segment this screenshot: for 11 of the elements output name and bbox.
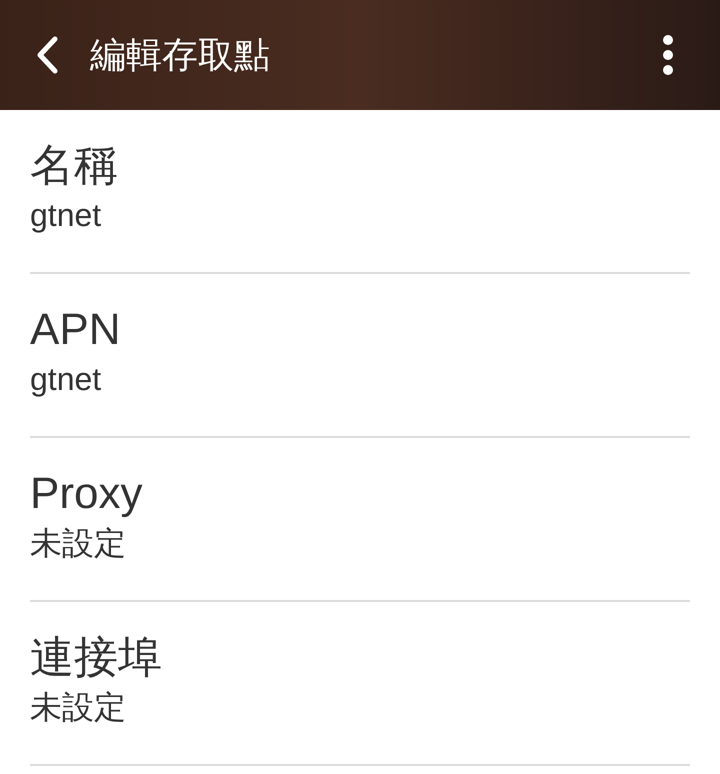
- header-title: 編輯存取點: [90, 37, 270, 73]
- back-icon: [35, 36, 59, 74]
- setting-value: 未設定: [30, 688, 126, 727]
- setting-value: gtnet: [30, 360, 102, 399]
- setting-title[interactable]: Proxy: [30, 466, 142, 522]
- setting-title[interactable]: 連接埠: [30, 630, 162, 686]
- setting-value: gtnet: [30, 196, 102, 235]
- setting-title[interactable]: APN: [30, 302, 120, 358]
- setting-value: 未設定: [30, 524, 126, 563]
- more-icon: [662, 34, 674, 76]
- setting-title[interactable]: 名稱: [30, 138, 118, 194]
